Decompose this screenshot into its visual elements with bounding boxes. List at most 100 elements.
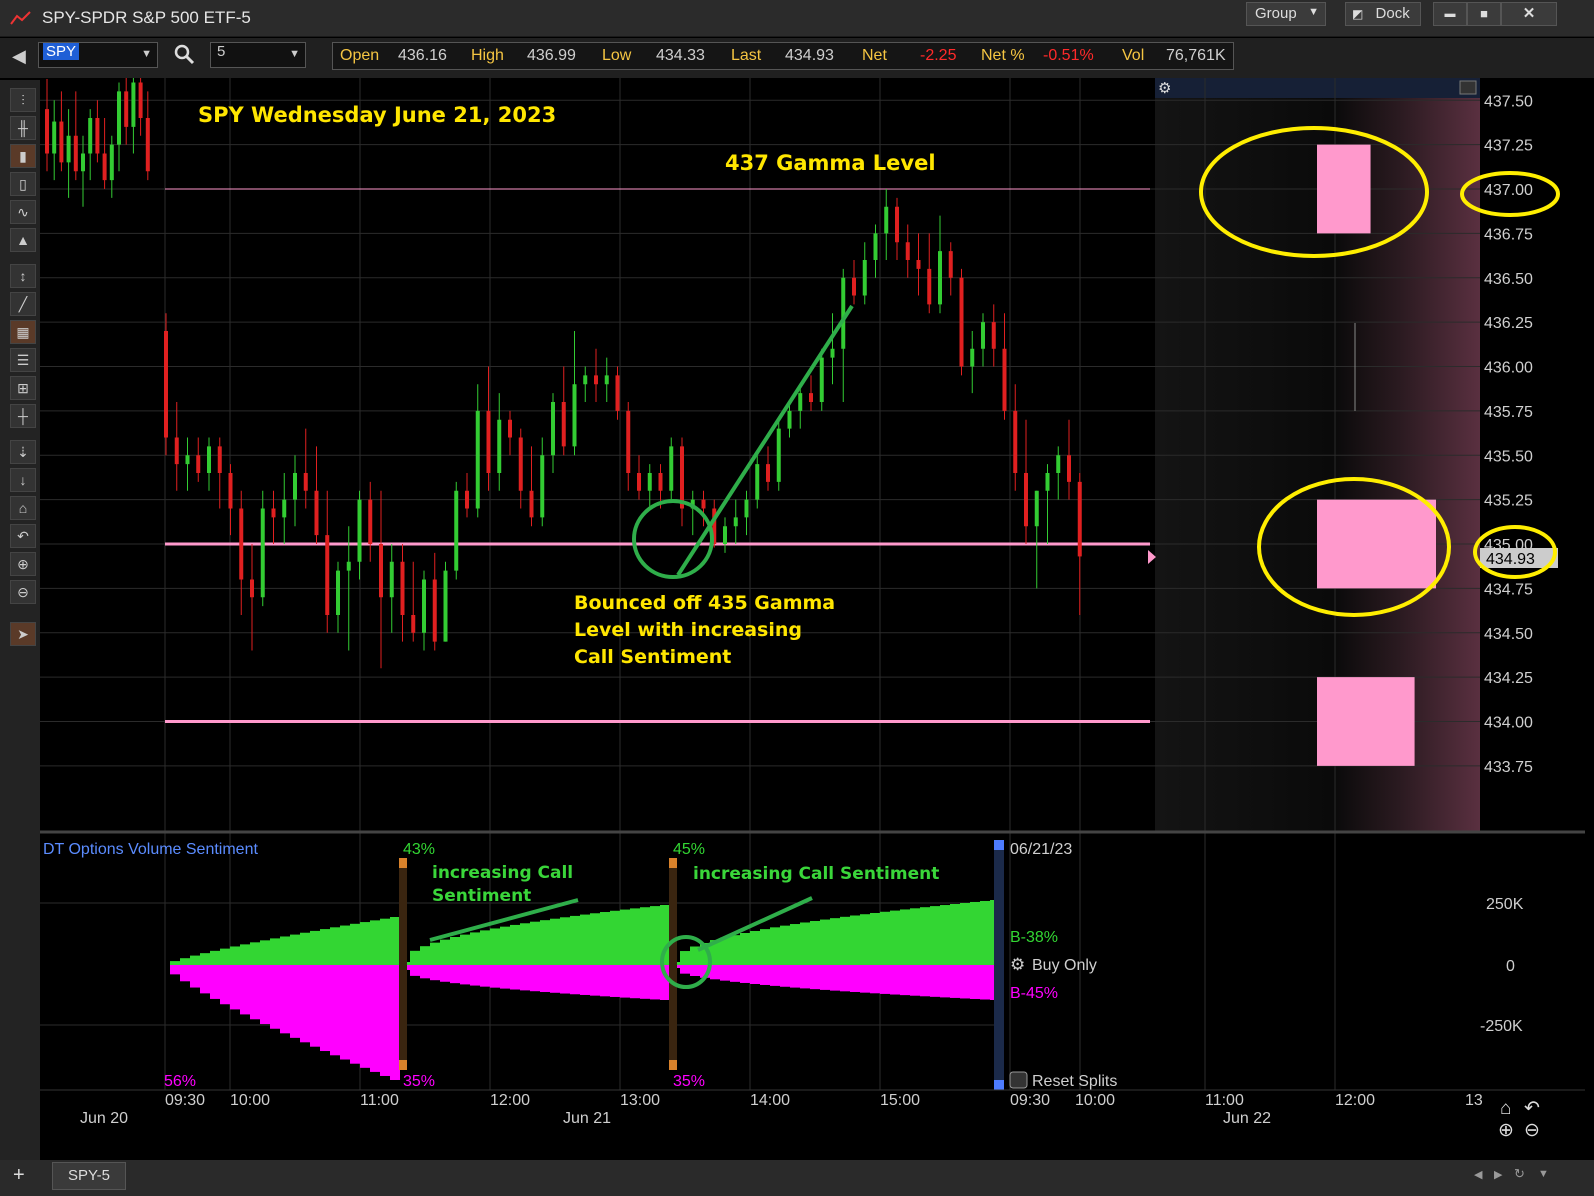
- call-bar: [800, 922, 810, 965]
- down-step-icon[interactable]: ↓: [10, 468, 36, 492]
- put-bar: [260, 965, 270, 1025]
- put-bar: [650, 965, 660, 1000]
- zoom-in-icon[interactable]: ⊕: [10, 552, 36, 576]
- table-icon[interactable]: ⊞: [10, 376, 36, 400]
- undo-icon[interactable]: ↶: [1524, 1098, 1540, 1119]
- candle-jun21-body: [970, 348, 975, 367]
- call-bar: [230, 946, 240, 965]
- chevron-down-icon[interactable]: ▼: [141, 48, 152, 60]
- tab-spy-5[interactable]: SPY-5: [52, 1162, 126, 1190]
- candle-jun21-body: [669, 446, 674, 491]
- dock-button[interactable]: ◩ Dock: [1345, 2, 1421, 26]
- tab-scroll-right-icon[interactable]: ▶: [1494, 1168, 1502, 1181]
- reset-splits-button[interactable]: Reset Splits: [1032, 1073, 1117, 1090]
- session-end-handle[interactable]: [994, 840, 1004, 850]
- call-bar: [590, 913, 600, 965]
- price-label: 434.00: [1484, 715, 1533, 732]
- minimize-icon: ▬: [1444, 8, 1456, 20]
- search-icon[interactable]: [174, 44, 196, 66]
- chevron-down-icon[interactable]: ▼: [289, 48, 300, 60]
- price-chart[interactable]: ⚙ 437.50 437.25 437.00 436.75 436.50 436.25 43…: [40, 78, 1585, 1158]
- vertical-scale-icon[interactable]: ↕: [10, 264, 36, 288]
- hollow-candle-icon[interactable]: ▯: [10, 172, 36, 196]
- interval-input[interactable]: 5 ▼: [210, 42, 306, 68]
- close-button[interactable]: ✕: [1501, 2, 1557, 26]
- candle-jun21-body: [841, 277, 846, 349]
- data-table-icon[interactable]: ☰: [10, 348, 36, 372]
- call-bar: [220, 948, 230, 965]
- group-dropdown[interactable]: Group ▼: [1246, 2, 1326, 26]
- call-bar: [310, 930, 320, 965]
- put-bar: [640, 965, 650, 999]
- grid-icon[interactable]: ▦: [10, 320, 36, 344]
- ohlc-icon[interactable]: ╫: [10, 116, 36, 140]
- time-label: 12:00: [490, 1092, 530, 1109]
- line-chart-icon[interactable]: ∿: [10, 200, 36, 224]
- candle-jun21-body: [884, 206, 889, 234]
- candle-jun21-body: [303, 473, 308, 491]
- quote-value-3: 434.93: [785, 47, 834, 64]
- candle-jun21-body: [626, 410, 631, 473]
- split-marker-1[interactable]: [669, 858, 677, 1068]
- call-bar: [470, 932, 480, 965]
- call-bar: [280, 936, 290, 965]
- refresh-icon[interactable]: ↻: [1514, 1166, 1525, 1182]
- symbol-input[interactable]: SPY ▼: [38, 42, 158, 68]
- price-label: 436.75: [1484, 226, 1533, 243]
- home-icon[interactable]: ⌂: [10, 496, 36, 520]
- call-bar: [790, 924, 800, 965]
- buy-only-toggle[interactable]: Buy Only: [1032, 957, 1097, 974]
- zoom-in-icon[interactable]: ⊕: [1498, 1120, 1514, 1141]
- candle-jun20-body: [73, 135, 78, 172]
- split-handle-top[interactable]: [399, 858, 407, 868]
- tab-scroll-left-icon[interactable]: ◀: [1474, 1168, 1482, 1181]
- put-bar: [300, 965, 310, 1043]
- candle-jun21-body: [647, 473, 652, 491]
- call-bar: [290, 934, 300, 965]
- pointer-icon[interactable]: ➤: [10, 622, 36, 646]
- candle-jun21-body: [314, 490, 319, 536]
- split-handle-top[interactable]: [669, 858, 677, 868]
- candle-jun21-body: [1056, 455, 1061, 473]
- put-bar: [870, 965, 880, 994]
- put-bar: [240, 965, 250, 1015]
- gear-icon[interactable]: ⚙: [1158, 80, 1171, 97]
- area-chart-icon[interactable]: ▲: [10, 228, 36, 252]
- cursor-move-icon[interactable]: ⇣: [10, 440, 36, 464]
- maximize-icon: ■: [1480, 6, 1488, 21]
- menu-icon[interactable]: [1459, 80, 1477, 95]
- quote-value-0: 436.16: [398, 47, 447, 64]
- session-end-handle[interactable]: [994, 1080, 1004, 1090]
- candle-jun21-body: [959, 277, 964, 367]
- put-bar: [530, 965, 540, 992]
- split-handle-bottom[interactable]: [399, 1060, 407, 1070]
- collapse-arrow-icon[interactable]: ◀: [12, 46, 26, 67]
- bar-chart-icon[interactable]: ⫶: [10, 88, 36, 112]
- call-bar: [500, 926, 510, 965]
- chart-annotation-title: SPY Wednesday June 21, 2023: [198, 103, 556, 127]
- add-tab-icon[interactable]: +: [13, 1164, 25, 1187]
- gear-icon[interactable]: ⚙: [1010, 955, 1025, 974]
- put-bar: [910, 965, 920, 996]
- trendline-icon[interactable]: ╱: [10, 292, 36, 316]
- profile-block-2: [1317, 677, 1415, 766]
- candlestick-icon[interactable]: ▮: [10, 144, 36, 168]
- candle-jun21-body: [561, 402, 566, 447]
- maximize-button[interactable]: ■: [1467, 2, 1501, 26]
- undo-icon[interactable]: ↶: [10, 524, 36, 548]
- call-bar: [980, 900, 990, 965]
- zoom-out-icon[interactable]: ⊖: [10, 580, 36, 604]
- put-bar: [290, 965, 300, 1038]
- reset-icon[interactable]: [1009, 1071, 1028, 1089]
- split-marker-0[interactable]: [399, 858, 407, 1068]
- call-bar: [760, 929, 770, 965]
- candle-jun21-body: [185, 455, 190, 465]
- minimize-button[interactable]: ▬: [1433, 2, 1467, 26]
- split-handle-bottom[interactable]: [669, 1060, 677, 1070]
- chevron-down-icon[interactable]: ▼: [1538, 1168, 1549, 1180]
- candle-jun21-body: [927, 268, 932, 305]
- home-icon[interactable]: ⌂: [1500, 1098, 1511, 1119]
- call-bar: [630, 908, 640, 965]
- zoom-out-icon[interactable]: ⊖: [1524, 1120, 1540, 1141]
- crosshair-icon[interactable]: ┼: [10, 404, 36, 428]
